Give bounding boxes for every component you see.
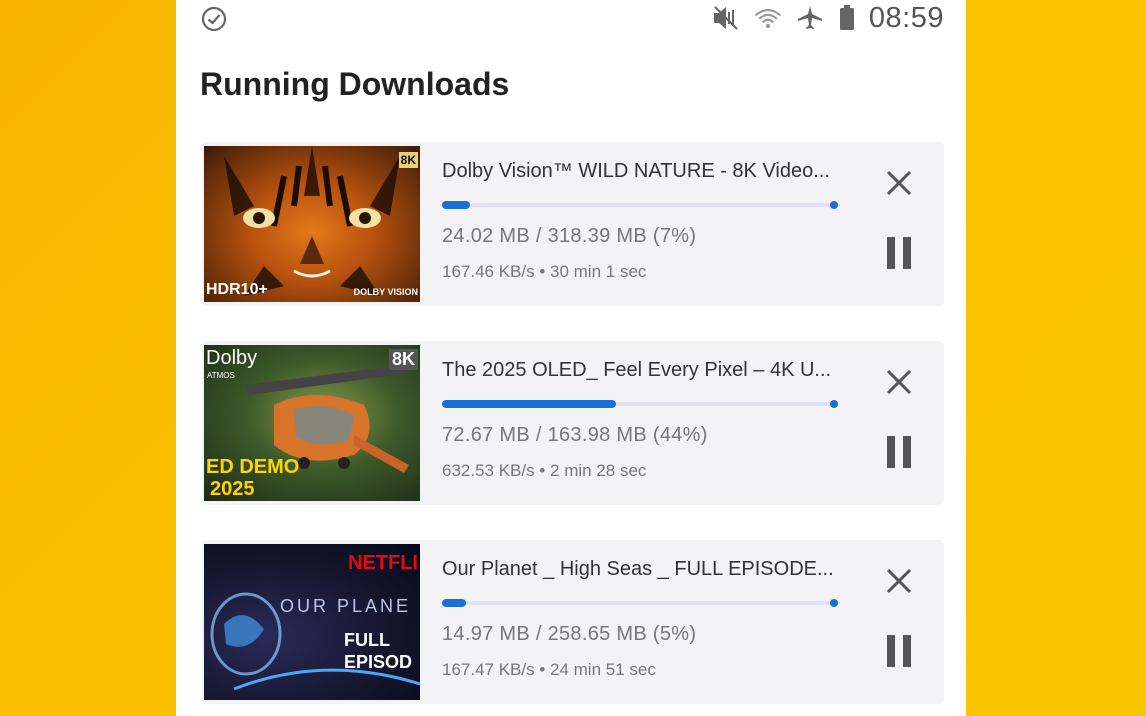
thumb-badge-sub: ATMOS bbox=[207, 371, 235, 380]
download-size: 24.02 MB / 318.39 MB (7%) bbox=[442, 225, 697, 247]
download-title: The 2025 OLED_ Feel Every Pixel – 4K U..… bbox=[442, 359, 832, 381]
battery-icon bbox=[837, 3, 857, 33]
thumb-caption-2: FULL bbox=[344, 630, 390, 650]
thumb-badge-right: DOLBY VISION bbox=[353, 287, 418, 297]
wifi-icon bbox=[753, 3, 783, 33]
thumb-badge-left: HDR10+ bbox=[206, 281, 268, 298]
mute-icon bbox=[711, 3, 741, 33]
cancel-download-button[interactable] bbox=[882, 166, 916, 200]
thumb-caption-1: OUR PLANE bbox=[280, 596, 412, 616]
thumb-badge-top: 8K bbox=[388, 349, 418, 370]
thumb-badge-top: NETFLI bbox=[348, 552, 418, 574]
video-thumbnail: NETFLI OUR PLANE FULL EPISOD bbox=[204, 544, 420, 700]
progress-bar bbox=[442, 201, 838, 209]
progress-end-dot bbox=[830, 400, 838, 408]
thumb-caption-2: 2025 bbox=[210, 478, 255, 500]
pause-icon bbox=[887, 237, 911, 269]
close-icon bbox=[886, 369, 912, 395]
check-circle-icon bbox=[200, 5, 228, 33]
cancel-download-button[interactable] bbox=[882, 365, 916, 399]
page-title: Running Downloads bbox=[200, 66, 510, 102]
thumb-caption-3: EPISOD bbox=[344, 652, 413, 672]
pause-download-button[interactable] bbox=[882, 234, 916, 272]
status-clock: 08:59 bbox=[868, 1, 944, 34]
progress-bar bbox=[442, 400, 838, 408]
download-title: Dolby Vision™ WILD NATURE - 8K Video... bbox=[442, 160, 830, 182]
cancel-download-button[interactable] bbox=[882, 564, 916, 598]
pause-download-button[interactable] bbox=[882, 433, 916, 471]
thumb-badge-top: 8K bbox=[398, 152, 418, 168]
download-speed: 632.53 KB/s • 2 min 28 sec bbox=[442, 461, 647, 480]
pause-icon bbox=[887, 436, 911, 468]
download-size: 14.97 MB / 258.65 MB (5%) bbox=[442, 623, 697, 645]
app-screen: 08:59 Running Downloads HDR10+ DOLBY VIS… bbox=[176, 0, 966, 716]
thumb-caption-1: ED DEMO bbox=[206, 456, 300, 478]
pause-icon bbox=[887, 635, 911, 667]
airplane-icon bbox=[795, 3, 825, 33]
video-thumbnail: HDR10+ DOLBY VISION 8K bbox=[204, 146, 420, 302]
video-thumbnail: Dolby ATMOS 8K ED DEMO 2025 bbox=[204, 345, 420, 501]
thumb-badge-left: Dolby bbox=[206, 347, 258, 369]
download-title: Our Planet _ High Seas _ FULL EPISODE... bbox=[442, 558, 834, 580]
close-icon bbox=[886, 568, 912, 594]
download-speed: 167.47 KB/s • 24 min 51 sec bbox=[442, 660, 656, 679]
pause-download-button[interactable] bbox=[882, 632, 916, 670]
close-icon bbox=[886, 170, 912, 196]
download-item[interactable]: HDR10+ DOLBY VISION 8K Dolby Vision™ WIL… bbox=[202, 142, 944, 306]
progress-bar bbox=[442, 599, 838, 607]
status-bar: 08:59 bbox=[176, 0, 966, 38]
download-speed: 167.46 KB/s • 30 min 1 sec bbox=[442, 262, 647, 281]
download-item[interactable]: NETFLI OUR PLANE FULL EPISOD Our Planet … bbox=[202, 540, 944, 704]
download-item[interactable]: Dolby ATMOS 8K ED DEMO 2025 The 2025 OLE… bbox=[202, 341, 944, 505]
progress-end-dot bbox=[830, 599, 838, 607]
progress-end-dot bbox=[830, 201, 838, 209]
download-size: 72.67 MB / 163.98 MB (44%) bbox=[442, 424, 708, 446]
